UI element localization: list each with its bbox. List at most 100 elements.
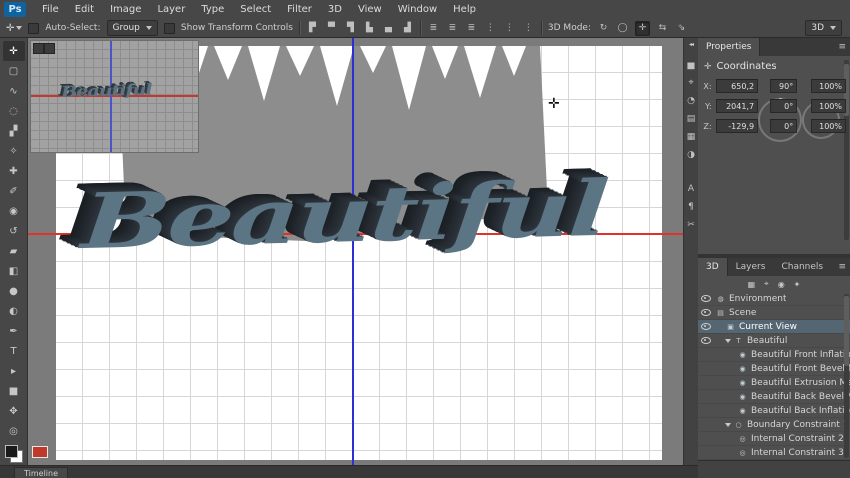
- color-panel-icon[interactable]: ▤: [687, 110, 696, 128]
- brush-tool[interactable]: ✐: [3, 181, 25, 201]
- clone-stamp-tool[interactable]: ◉: [3, 201, 25, 221]
- menu-filter[interactable]: Filter: [279, 4, 320, 15]
- visibility-eye-icon[interactable]: [701, 309, 711, 316]
- expander-icon[interactable]: [725, 339, 731, 343]
- tree-item-material[interactable]: ◉ Beautiful Back Inflation M...: [698, 404, 850, 418]
- align-vertical-centers-icon[interactable]: ▄: [382, 22, 395, 35]
- quick-selection-tool[interactable]: ◌: [3, 101, 25, 121]
- 3d-scale-mode-icon[interactable]: ⇘: [675, 22, 688, 35]
- distribute-left-edges-icon[interactable]: ⋮: [484, 22, 497, 35]
- filter-entire-scene-icon[interactable]: ▦: [748, 280, 756, 289]
- x-scale-field[interactable]: 100%: [811, 79, 846, 93]
- healing-brush-tool[interactable]: ✚: [3, 161, 25, 181]
- secondary-view[interactable]: Beautiful: [30, 40, 199, 153]
- dodge-tool[interactable]: ◐: [3, 301, 25, 321]
- distribute-right-edges-icon[interactable]: ⋮: [522, 22, 535, 35]
- current-tool-icon[interactable]: ✛: [6, 23, 22, 34]
- eyedropper-tool[interactable]: ✧: [3, 141, 25, 161]
- menu-edit[interactable]: Edit: [67, 4, 102, 15]
- color-swatches[interactable]: [5, 445, 23, 463]
- menu-layer[interactable]: Layer: [149, 4, 193, 15]
- 3d-roll-mode-icon[interactable]: ◯: [616, 22, 629, 35]
- y-rotation-field[interactable]: 0°: [770, 99, 797, 113]
- y-scale-field[interactable]: 100%: [811, 99, 846, 113]
- swatches-panel-icon[interactable]: ▦: [687, 128, 696, 146]
- menu-image[interactable]: Image: [102, 4, 149, 15]
- tree-item-material[interactable]: ◉ Beautiful Extrusion Material: [698, 376, 850, 390]
- 3d-rotate-mode-icon[interactable]: ↻: [597, 22, 610, 35]
- tab-layers[interactable]: Layers: [728, 258, 774, 276]
- lasso-tool[interactable]: ∿: [3, 81, 25, 101]
- panel-menu-icon[interactable]: ≡: [838, 42, 846, 52]
- auto-select-dropdown[interactable]: Group: [107, 20, 158, 36]
- tree-item-material[interactable]: ◉ Beautiful Back Bevel Mate...: [698, 390, 850, 404]
- align-bottom-edges-icon[interactable]: ▟: [401, 22, 414, 35]
- tree-item-beautiful-mesh[interactable]: T Beautiful: [698, 334, 850, 348]
- tree-item-material[interactable]: ◉ Beautiful Front Bevel Mat...: [698, 362, 850, 376]
- tree-item-material[interactable]: ◉ Beautiful Front Inflation ...: [698, 348, 850, 362]
- tab-channels[interactable]: Channels: [773, 258, 831, 276]
- eraser-tool[interactable]: ▰: [3, 241, 25, 261]
- align-horizontal-centers-icon[interactable]: ▀: [325, 22, 338, 35]
- history-brush-tool[interactable]: ↺: [3, 221, 25, 241]
- distribute-horizontal-centers-icon[interactable]: ⋮: [503, 22, 516, 35]
- paragraph-panel-icon[interactable]: ¶: [688, 198, 694, 216]
- filter-materials-icon[interactable]: ◉: [778, 280, 785, 289]
- tree-item-current-view[interactable]: ▣ Current View: [698, 320, 850, 334]
- x-rotation-field[interactable]: 90°: [770, 79, 797, 93]
- secondary-view-badge[interactable]: [32, 446, 48, 458]
- hand-tool[interactable]: ✥: [3, 401, 25, 421]
- menu-select[interactable]: Select: [232, 4, 279, 15]
- x-position-field[interactable]: 650,2: [716, 79, 758, 93]
- tree-item-boundary-constraint[interactable]: ○ Boundary Constraint 1: [698, 418, 850, 432]
- secondary-view-swap-icon[interactable]: [44, 43, 55, 54]
- 3d-drag-mode-icon[interactable]: ✛: [635, 21, 650, 36]
- 3d-text-object[interactable]: Beautiful: [79, 171, 608, 260]
- show-transform-controls-checkbox[interactable]: [164, 23, 175, 34]
- workspace-switcher[interactable]: 3D: [805, 20, 842, 36]
- gradient-tool[interactable]: ◧: [3, 261, 25, 281]
- notes-panel-icon[interactable]: ✂: [687, 216, 695, 234]
- histogram-panel-icon[interactable]: ▅: [688, 56, 695, 74]
- y-position-field[interactable]: 2041,7: [716, 99, 758, 113]
- crop-tool[interactable]: ▞: [3, 121, 25, 141]
- 3d-slide-mode-icon[interactable]: ⇆: [656, 22, 669, 35]
- pen-tool[interactable]: ✒: [3, 321, 25, 341]
- align-top-edges-icon[interactable]: ▙: [363, 22, 376, 35]
- auto-select-checkbox[interactable]: [28, 23, 39, 34]
- z-rotation-field[interactable]: 0°: [770, 119, 797, 133]
- move-tool[interactable]: ✛: [3, 41, 25, 61]
- foreground-color-swatch[interactable]: [5, 445, 18, 458]
- type-tool[interactable]: T: [3, 341, 25, 361]
- menu-type[interactable]: Type: [193, 4, 232, 15]
- scrollbar-thumb[interactable]: [844, 296, 849, 366]
- distribute-top-edges-icon[interactable]: ≣: [427, 22, 440, 35]
- tab-properties[interactable]: Properties: [698, 38, 760, 56]
- 3d-panel-scrollbar[interactable]: [844, 294, 849, 458]
- info-panel-icon[interactable]: ◔: [687, 92, 695, 110]
- align-left-edges-icon[interactable]: ▛: [306, 22, 319, 35]
- tab-timeline[interactable]: Timeline: [14, 467, 68, 478]
- filter-lights-icon[interactable]: ✦: [794, 280, 801, 289]
- panel-menu-icon[interactable]: ≡: [838, 262, 846, 272]
- tree-item-internal-constraint[interactable]: ◎ Internal Constraint 2: [698, 432, 850, 446]
- menu-view[interactable]: View: [350, 4, 390, 15]
- rectangle-tool[interactable]: ■: [3, 381, 25, 401]
- path-selection-tool[interactable]: ▸: [3, 361, 25, 381]
- tab-3d[interactable]: 3D: [698, 258, 728, 276]
- distribute-vertical-centers-icon[interactable]: ≣: [446, 22, 459, 35]
- menu-window[interactable]: Window: [390, 4, 445, 15]
- photoshop-logo[interactable]: Ps: [4, 2, 26, 17]
- visibility-eye-icon[interactable]: [701, 323, 711, 330]
- character-panel-icon[interactable]: A: [688, 180, 694, 198]
- rectangular-marquee-tool[interactable]: ▢: [3, 61, 25, 81]
- z-position-field[interactable]: -129,9: [716, 119, 758, 133]
- navigator-panel-icon[interactable]: ⌖: [688, 74, 693, 92]
- visibility-eye-icon[interactable]: [701, 337, 711, 344]
- align-right-edges-icon[interactable]: ▜: [344, 22, 357, 35]
- tree-item-scene[interactable]: ▤ Scene: [698, 306, 850, 320]
- tree-item-environment[interactable]: ◍ Environment: [698, 292, 850, 306]
- zoom-tool[interactable]: ◎: [3, 421, 25, 441]
- expand-panels-icon[interactable]: ◂◂: [689, 41, 693, 48]
- tree-item-internal-constraint[interactable]: ◎ Internal Constraint 3: [698, 446, 850, 460]
